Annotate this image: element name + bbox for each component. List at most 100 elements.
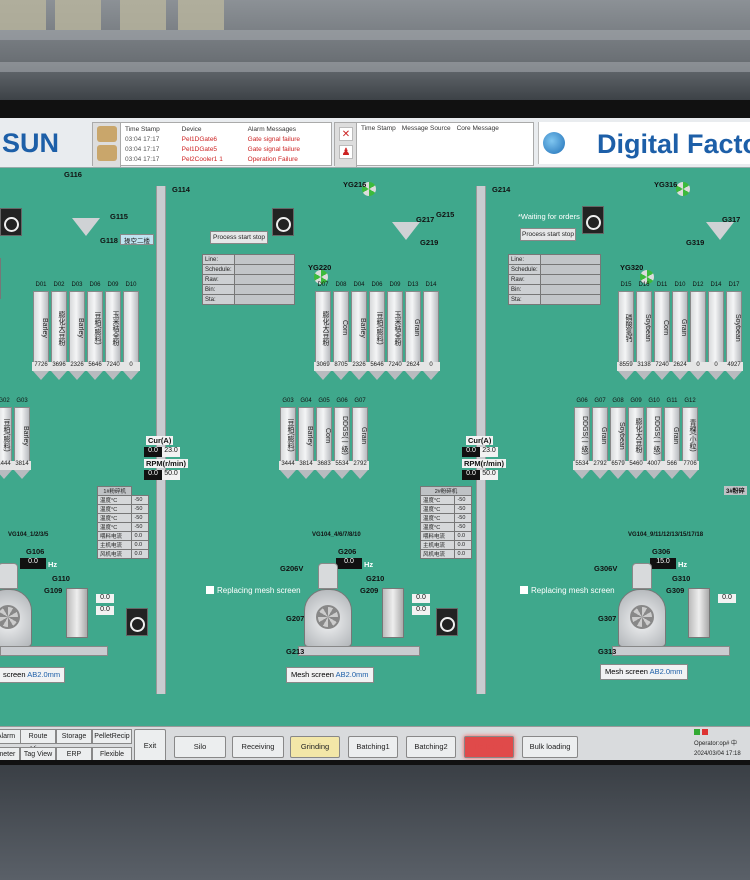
tab-batching1[interactable]: Batching1 <box>348 736 398 758</box>
gauge-icon-3[interactable] <box>582 206 604 234</box>
silo-quantity: 2624 <box>671 362 689 371</box>
process-start-stop-3[interactable]: Process start stop <box>520 228 576 241</box>
silo[interactable]: D12 0 <box>689 282 707 380</box>
silo-cone <box>690 371 706 380</box>
silo[interactable]: D16 Soybean 3138 <box>635 282 653 380</box>
alarm-row[interactable]: 03:04 17:17 Pel1DGate5 Gate signal failure <box>123 144 328 154</box>
silo[interactable]: G05 Corn 3683 <box>315 398 333 479</box>
tab-batching2[interactable]: Batching2 <box>406 736 456 758</box>
silo[interactable]: G03 Barley 3814 <box>13 398 31 479</box>
silo[interactable]: D03 Barley 2326 <box>68 282 86 380</box>
silo[interactable]: D14 0 <box>707 282 725 380</box>
tag-g206[interactable]: G206 <box>338 547 356 556</box>
silo-id: D03 <box>71 282 83 288</box>
silo-quantity: 4007 <box>645 461 663 470</box>
tag-g114[interactable]: G114 <box>172 185 190 194</box>
silo[interactable]: D07 膨化大豆粉 3069 <box>314 282 332 380</box>
alarm-row[interactable]: 03:04 17:17 Pel1DGate6 Gate signal failure <box>123 134 328 144</box>
tag-yg320[interactable]: YG320 <box>620 263 643 272</box>
silo[interactable]: D10 0 <box>122 282 140 380</box>
nav-route-view[interactable]: Route View <box>20 729 56 753</box>
tab-silo[interactable]: Silo <box>174 736 226 758</box>
silo[interactable]: D17 Soybean 4927 <box>725 282 743 380</box>
tag-g115[interactable]: G115 <box>110 212 128 221</box>
tag-g116[interactable]: G116 <box>64 170 82 179</box>
process-start-stop-2[interactable]: Process start stop <box>210 231 268 244</box>
tag-g209[interactable]: G209 <box>360 586 378 595</box>
mesh-switch-icon-2[interactable] <box>436 608 458 636</box>
exit-button[interactable]: Exit <box>134 729 166 760</box>
tab-receiving[interactable]: Receiving <box>232 736 284 758</box>
tag-g219[interactable]: G219 <box>420 238 438 247</box>
grinder-2[interactable] <box>300 563 356 653</box>
tag-g310[interactable]: G310 <box>672 574 690 583</box>
grinder-3[interactable] <box>614 563 670 653</box>
silo[interactable]: D13 Grain 2624 <box>404 282 422 380</box>
tag-g110[interactable]: G110 <box>52 574 70 583</box>
close-icon[interactable]: ✕ <box>339 127 353 141</box>
silo[interactable]: G12 青稞(小粒) 7706 <box>681 398 699 479</box>
silo[interactable]: G06 DDGS(一级) 5534 <box>333 398 351 479</box>
nav-pellet-recipe[interactable]: PelletRecip <box>92 729 132 744</box>
tag-yg220[interactable]: YG220 <box>308 263 331 272</box>
nav-erp[interactable]: ERP <box>56 747 92 760</box>
alarm-bell-icon[interactable] <box>97 126 117 142</box>
silo-id: D14 <box>710 282 722 288</box>
tag-g214[interactable]: G214 <box>492 185 510 194</box>
silo-cone <box>387 371 403 380</box>
silo[interactable]: G06 DDGS(一级) 5534 <box>573 398 591 479</box>
grinder-1[interactable] <box>0 563 36 653</box>
silo[interactable]: D15 磷酸氢钙 8559 <box>617 282 635 380</box>
nav-flexible[interactable]: Flexible <box>92 747 132 760</box>
tag-g210[interactable]: G210 <box>366 574 384 583</box>
alarm-row[interactable]: 03:04 17:17 Pel2Cooler1 1 Operation Failur… <box>123 154 328 164</box>
silo[interactable]: G08 Soybean 6579 <box>609 398 627 479</box>
replace-mesh-checkbox-2[interactable]: Replacing mesh screen <box>206 586 301 595</box>
gauge-icon[interactable] <box>0 208 22 236</box>
tab-grinding[interactable]: Grinding <box>290 736 340 758</box>
tag-g109[interactable]: G109 <box>44 586 62 595</box>
silo[interactable]: D11 Corn 7240 <box>653 282 671 380</box>
tag-g319[interactable]: G319 <box>686 238 704 247</box>
silo[interactable]: G02 豆粕(膨料)1444 <box>0 398 13 479</box>
nav-parameter[interactable]: Parameter <box>0 747 20 760</box>
mesh-switch-icon-1[interactable] <box>126 608 148 636</box>
silo[interactable]: D09 玉米秸全粉 7240 <box>386 282 404 380</box>
fan-yg316[interactable] <box>676 182 690 196</box>
tag-g213[interactable]: G213 <box>286 647 304 656</box>
tag-g118[interactable]: G118 <box>100 236 118 245</box>
gauge-icon-2[interactable] <box>272 208 294 236</box>
silo[interactable]: G04 Barley 3814 <box>297 398 315 479</box>
tag-g215[interactable]: G215 <box>436 210 454 219</box>
replace-mesh-checkbox-3[interactable]: Replacing mesh screen <box>520 586 615 595</box>
silo[interactable]: G07 Grain 2792 <box>591 398 609 479</box>
nav-storage[interactable]: Storage <box>56 729 92 744</box>
silo[interactable]: D08 Corn 8705 <box>332 282 350 380</box>
silo[interactable]: G07 Grain 2792 <box>351 398 369 479</box>
nav-tag-view[interactable]: Tag View <box>20 747 56 760</box>
tag-g106[interactable]: G106 <box>26 547 44 556</box>
silo[interactable]: G03 豆粕(膨料) 3444 <box>279 398 297 479</box>
alarm-user-icon[interactable] <box>97 145 117 161</box>
tab-bulk-loading[interactable]: Bulk loading <box>522 736 578 758</box>
silo[interactable]: D10 Grain 2624 <box>671 282 689 380</box>
silo[interactable]: D14 0 <box>422 282 440 380</box>
silo[interactable]: G10 DDGS(一级) 4007 <box>645 398 663 479</box>
silo[interactable]: D04 Barley 2326 <box>350 282 368 380</box>
user-icon[interactable]: ♟ <box>339 145 353 159</box>
tag-g313[interactable]: G313 <box>598 647 616 656</box>
silo[interactable]: D09 玉米秸全粉 7240 <box>104 282 122 380</box>
tag-yg316[interactable]: YG316 <box>654 180 677 189</box>
tag-yg216[interactable]: YG216 <box>343 180 366 189</box>
silo[interactable]: D06 豆粕(膨料) 5646 <box>368 282 386 380</box>
tag-g306[interactable]: G306 <box>652 547 670 556</box>
silo[interactable]: G11 Grain 566 <box>663 398 681 479</box>
alarm-panel[interactable]: Time Stamp Device Alarm Messages 03:04 17:… <box>92 122 332 167</box>
silo[interactable]: D06 豆粕(膨料) 5646 <box>86 282 104 380</box>
tab-pelleting[interactable]: Pelleting <box>464 736 514 758</box>
core-message-panel[interactable]: ✕ ♟ Time Stamp Message Source Core Message <box>334 122 534 167</box>
silo[interactable]: D01 Barley 7726 <box>32 282 50 380</box>
silo[interactable]: G09 膨化大豆粉 5460 <box>627 398 645 479</box>
silo-content: Barley <box>298 407 314 462</box>
silo[interactable]: D02 膨化大豆粉 3696 <box>50 282 68 380</box>
